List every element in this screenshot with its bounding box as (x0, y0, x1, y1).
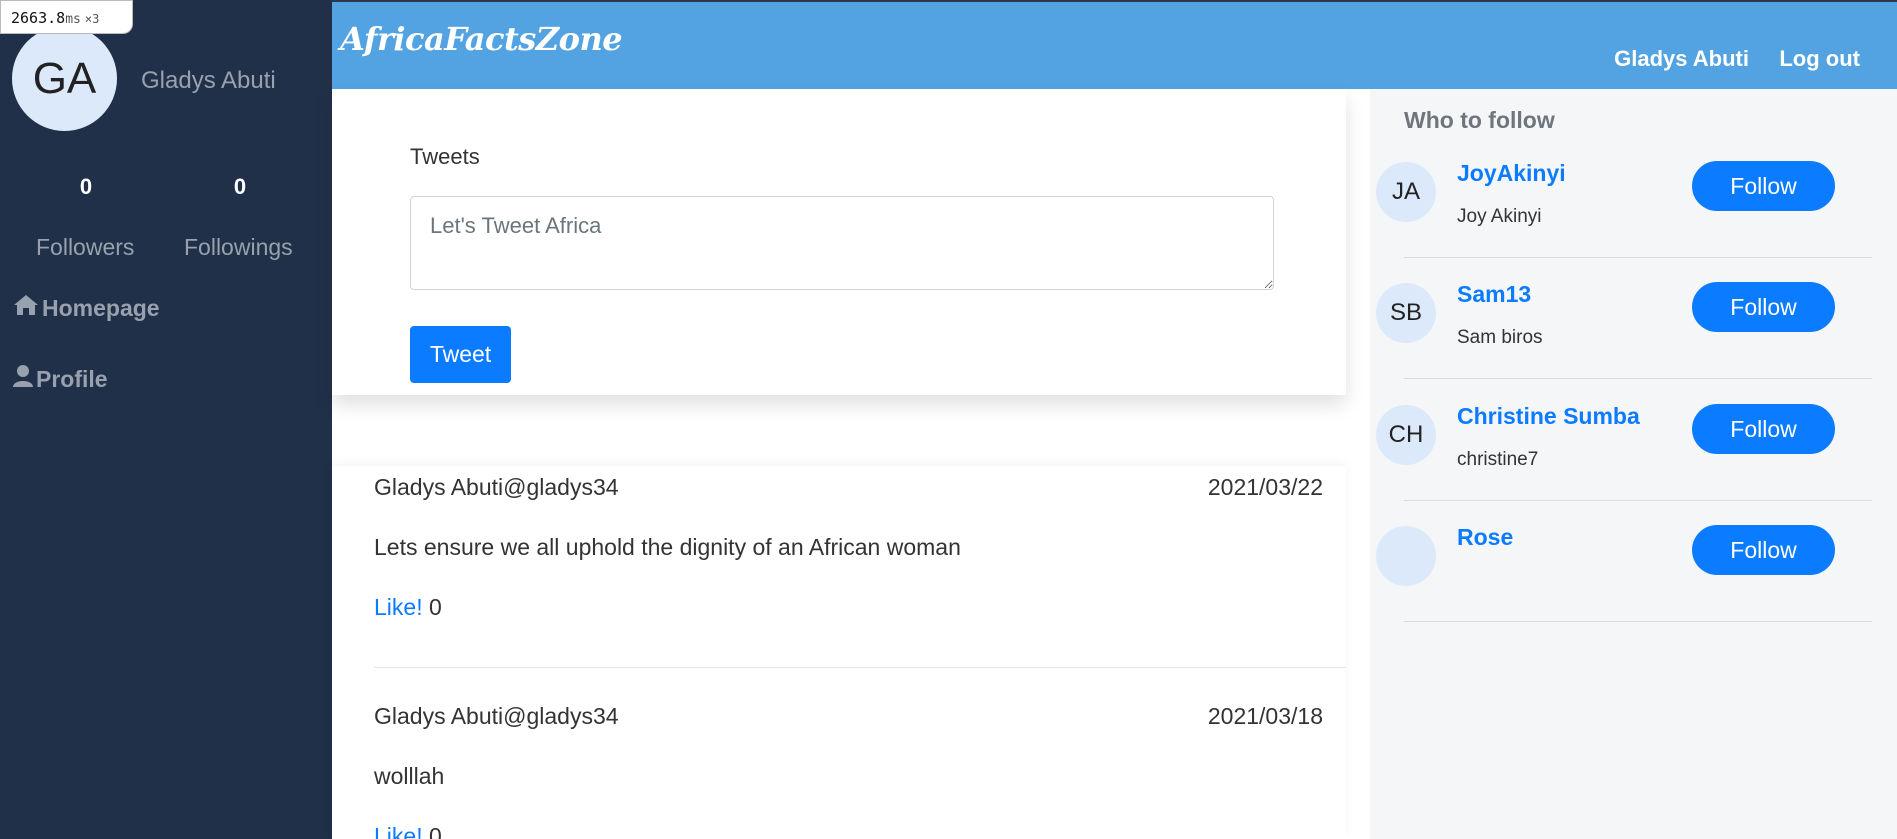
followers-label[interactable]: Followers (36, 234, 134, 261)
user-icon (12, 364, 36, 394)
sidebar-item-profile[interactable]: Profile (12, 364, 108, 394)
perf-value: 2663.8 (11, 9, 66, 27)
logout-link[interactable]: Log out (1779, 46, 1860, 72)
perf-multiplier: ×3 (84, 12, 100, 26)
suggestion-name[interactable]: JoyAkinyi (1457, 160, 1566, 187)
sidebar: GA Gladys Abuti 0 Followers 0 Followings… (0, 0, 332, 839)
follow-button[interactable]: Follow (1692, 525, 1835, 575)
tweet-item: Gladys Abuti@gladys34 2021/03/18 wolllah… (374, 703, 1346, 839)
tweet-feed: Gladys Abuti@gladys34 2021/03/22 Lets en… (332, 466, 1346, 839)
sidebar-item-label: Profile (36, 365, 108, 392)
follow-suggestion: Rose Follow (1370, 524, 1897, 648)
suggestion-name[interactable]: Sam13 (1457, 281, 1531, 308)
suggestion-handle: Joy Akinyi (1457, 206, 1542, 227)
avatar (1376, 526, 1436, 586)
sidebar-item-label: Homepage (42, 294, 160, 321)
perf-badge: 2663.8ms ×3 (0, 0, 133, 34)
avatar: SB (1376, 283, 1436, 343)
tweet-item: Gladys Abuti@gladys34 2021/03/22 Lets en… (374, 474, 1346, 668)
tweet-date: 2021/03/22 (1207, 474, 1323, 500)
suggestion-handle: christine7 (1457, 449, 1539, 470)
suggestion-name[interactable]: Rose (1457, 524, 1513, 551)
followings-label[interactable]: Followings (184, 234, 293, 261)
like-link[interactable]: Like! (374, 594, 423, 620)
sidebar-username: Gladys Abuti (141, 67, 276, 94)
who-to-follow-panel: Who to follow JA JoyAkinyi Joy Akinyi Fo… (1370, 89, 1897, 839)
tweet-date: 2021/03/18 (1207, 703, 1323, 729)
suggestion-divider (1404, 257, 1872, 258)
follow-suggestion: SB Sam13 Sam biros Follow (1370, 281, 1897, 405)
avatar-initials: CH (1388, 421, 1424, 448)
composer-label: Tweets (410, 144, 480, 169)
avatar: JA (1376, 162, 1436, 222)
follow-button[interactable]: Follow (1692, 161, 1835, 211)
suggestion-name[interactable]: Christine Sumba (1457, 403, 1640, 430)
tweet-like-row: Like! 0 (374, 823, 442, 839)
like-link[interactable]: Like! (374, 823, 423, 839)
tweet-input[interactable] (410, 196, 1274, 290)
tweet-body: wolllah (374, 763, 445, 789)
avatar-initials: GA (32, 53, 97, 103)
top-navbar: AfricaFactsZone Gladys Abuti Log out (332, 0, 1897, 89)
tweet-author: Gladys Abuti@gladys34 (374, 703, 619, 729)
follow-button[interactable]: Follow (1692, 404, 1835, 454)
tweet-divider (374, 667, 1346, 668)
home-icon (12, 293, 42, 323)
avatar: CH (1376, 405, 1436, 465)
header-user-link[interactable]: Gladys Abuti (1614, 46, 1749, 72)
like-count: 0 (428, 594, 442, 620)
suggestion-handle: Sam biros (1457, 327, 1543, 348)
suggestion-divider (1404, 500, 1872, 501)
who-to-follow-title: Who to follow (1404, 107, 1555, 133)
sidebar-item-homepage[interactable]: Homepage (12, 293, 160, 323)
follow-suggestion: CH Christine Sumba christine7 Follow (1370, 403, 1897, 527)
tweet-body: Lets ensure we all uphold the dignity of… (374, 534, 961, 560)
tweet-author: Gladys Abuti@gladys34 (374, 474, 619, 500)
tweet-like-row: Like! 0 (374, 594, 442, 621)
avatar[interactable]: GA (12, 26, 117, 131)
perf-unit: ms (65, 12, 81, 27)
followings-count: 0 (233, 174, 247, 199)
brand-logo[interactable]: AfricaFactsZone (340, 20, 623, 58)
follow-button[interactable]: Follow (1692, 282, 1835, 332)
tweet-composer: Tweets Tweet (332, 89, 1346, 395)
suggestion-divider (1404, 378, 1872, 379)
suggestion-divider (1404, 621, 1872, 622)
followers-count: 0 (79, 174, 93, 199)
follow-suggestion: JA JoyAkinyi Joy Akinyi Follow (1370, 160, 1897, 284)
avatar-initials: JA (1391, 178, 1420, 205)
avatar-initials: SB (1389, 299, 1422, 326)
like-count: 0 (428, 823, 442, 839)
tweet-button[interactable]: Tweet (410, 326, 511, 383)
